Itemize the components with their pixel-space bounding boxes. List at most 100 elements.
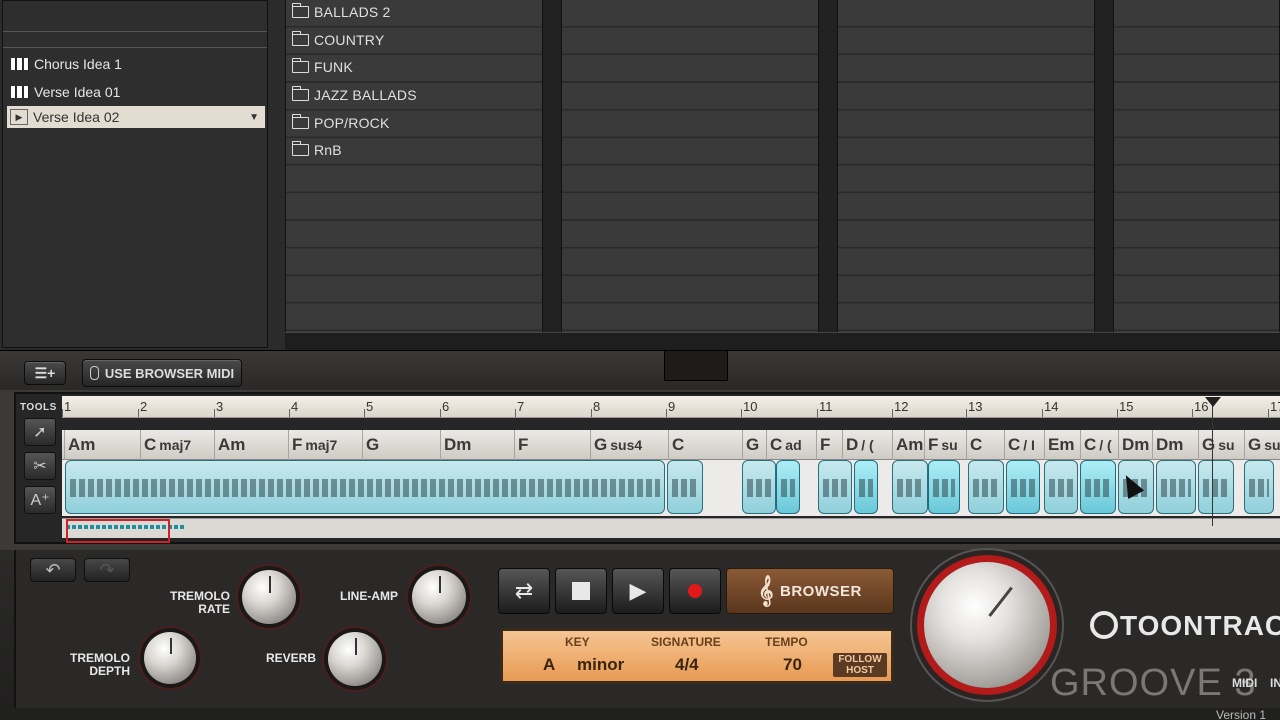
chord-block[interactable]: Gsus4 [594, 435, 642, 455]
folder-item-rnb[interactable]: RnB [291, 139, 342, 161]
undo-button[interactable]: ↶ [30, 558, 76, 582]
folder-item-pop-rock[interactable]: POP/ROCK [291, 112, 390, 134]
chord-block[interactable]: Gsu [1202, 435, 1235, 455]
midi-part[interactable] [892, 460, 928, 514]
midi-notes [747, 479, 771, 497]
chord-block[interactable]: Gsu [1248, 435, 1280, 455]
song-item-label: Verse Idea 01 [34, 84, 121, 100]
chord-block[interactable]: Am [218, 435, 245, 455]
midi-part[interactable] [854, 460, 878, 514]
timeline-ruler[interactable]: 1234567891011121314151617 [62, 396, 1280, 418]
chord-block[interactable]: G [366, 435, 379, 455]
folder-item-country[interactable]: COUNTRY [291, 29, 384, 51]
tab-midi[interactable]: MIDI [1232, 676, 1257, 690]
midi-part[interactable] [776, 460, 800, 514]
redo-button[interactable]: ↷ [84, 558, 130, 582]
chord-block[interactable]: C / ( [1084, 435, 1112, 455]
chord-block[interactable]: Am [896, 435, 923, 455]
ruler-bar-number: 13 [968, 399, 983, 414]
ruler-bar-number: 7 [517, 399, 525, 414]
chord-root: C [144, 435, 157, 454]
midi-part[interactable] [65, 460, 665, 514]
folder-label: FUNK [314, 59, 353, 75]
use-browser-midi-button[interactable]: USE BROWSER MIDI [82, 359, 242, 387]
folder-icon [291, 141, 309, 156]
midi-notes [823, 479, 847, 497]
tempo-value[interactable]: 70 [783, 655, 802, 675]
song-overview[interactable] [62, 518, 1280, 543]
chord-divider [1198, 430, 1199, 460]
chord-block[interactable]: F [820, 435, 830, 455]
chord-edit-icon: A⁺ [30, 492, 50, 509]
part-track[interactable] [62, 460, 1280, 516]
loop-button[interactable]: ⇄ [498, 568, 550, 614]
chord-block[interactable]: Em [1048, 435, 1074, 455]
line-amp-knob[interactable] [412, 570, 466, 624]
midi-part[interactable] [1080, 460, 1116, 514]
song-item-verse-idea-02[interactable]: ▶ Verse Idea 02 ▼ [7, 106, 265, 128]
record-button[interactable] [669, 568, 721, 614]
record-icon [688, 584, 702, 598]
chord-block[interactable]: Cad [770, 435, 802, 455]
chord-tool-button[interactable]: A⁺ [24, 486, 56, 514]
midi-notes [897, 479, 923, 497]
tab-in[interactable]: IN [1270, 676, 1280, 690]
chevron-down-icon[interactable]: ▼ [249, 112, 259, 123]
chord-block[interactable]: F [518, 435, 528, 455]
midi-part[interactable] [1156, 460, 1196, 514]
key-root-value[interactable]: A [543, 655, 555, 675]
panel-drag-tab[interactable] [664, 351, 728, 381]
stop-button[interactable] [555, 568, 607, 614]
chord-track[interactable]: Am Cmaj7 Am Fmaj7 G Dm F Gsus4 C G Cad F D / (Am Fsu C C… [62, 430, 1280, 460]
chord-block[interactable]: G [746, 435, 759, 455]
play-icon[interactable]: ▶ [10, 109, 28, 125]
chord-block[interactable]: Dm [1122, 435, 1149, 455]
song-item-verse-idea-01[interactable]: Verse Idea 01 [7, 81, 265, 103]
midi-part[interactable] [742, 460, 776, 514]
playhead-marker-icon[interactable] [1205, 397, 1221, 407]
key-mode-value[interactable]: minor [577, 655, 624, 675]
folder-item-funk[interactable]: FUNK [291, 56, 353, 78]
play-button[interactable]: ▶ [612, 568, 664, 614]
chord-block[interactable]: Fmaj7 [292, 435, 337, 455]
split-tool-button[interactable]: ✂ [24, 452, 56, 480]
overview-view-box[interactable] [66, 519, 170, 543]
chord-block[interactable]: Fsu [928, 435, 958, 455]
midi-part[interactable] [818, 460, 852, 514]
folder-item-jazz-ballads[interactable]: JAZZ BALLADS [291, 84, 417, 106]
folder-item-ballads-2[interactable]: BALLADS 2 [291, 1, 391, 23]
chord-block[interactable]: C / I [1008, 435, 1035, 455]
master-volume-knob[interactable] [924, 562, 1050, 688]
midi-part[interactable] [1006, 460, 1040, 514]
playhead[interactable] [1212, 398, 1213, 526]
reverb-knob[interactable] [328, 632, 382, 686]
song-info-display: KEY SIGNATURE TEMPO A minor 4/4 70 FOLLO… [500, 628, 894, 684]
browser-button[interactable]: 𝄞 BROWSER [726, 568, 894, 614]
folder-icon [291, 86, 309, 101]
chord-block[interactable]: C [970, 435, 982, 455]
tremolo-rate-knob[interactable] [242, 570, 296, 624]
midi-part[interactable] [1244, 460, 1274, 514]
chord-block[interactable]: Dm [444, 435, 471, 455]
chord-root: Dm [1122, 435, 1150, 454]
signature-value[interactable]: 4/4 [675, 655, 699, 675]
select-tool-button[interactable]: ➚ [24, 418, 56, 446]
midi-part[interactable] [1044, 460, 1078, 514]
chord-block[interactable]: C [672, 435, 684, 455]
midi-part[interactable] [928, 460, 960, 514]
chord-block[interactable]: D / ( [846, 435, 874, 455]
add-track-button[interactable]: ☰+ [24, 361, 66, 385]
chord-block[interactable]: Am [68, 435, 95, 455]
song-item-chorus-idea-1[interactable]: Chorus Idea 1 [7, 53, 265, 75]
midi-part[interactable] [1198, 460, 1234, 514]
midi-part[interactable] [968, 460, 1004, 514]
tremolo-depth-knob[interactable] [144, 632, 196, 684]
arrow-icon: ➚ [33, 424, 47, 441]
chord-block[interactable]: Cmaj7 [144, 435, 191, 455]
follow-host-button[interactable]: FOLLOW HOST [833, 653, 887, 677]
chord-block[interactable]: Dm [1156, 435, 1183, 455]
chord-divider [668, 430, 669, 460]
chord-divider [842, 430, 843, 460]
midi-part[interactable] [667, 460, 703, 514]
chord-root: F [518, 435, 529, 454]
